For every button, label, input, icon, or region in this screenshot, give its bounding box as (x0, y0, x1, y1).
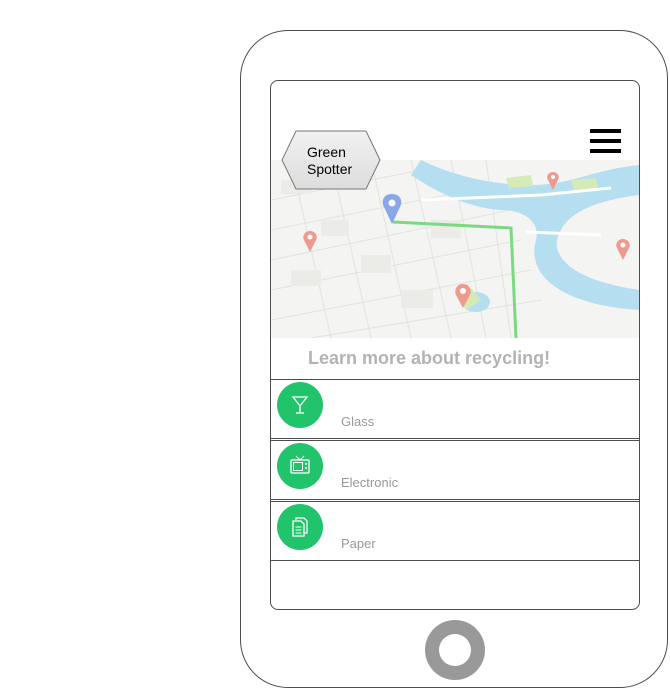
home-button[interactable] (425, 620, 485, 680)
page-subtitle: Learn more about recycling! (308, 348, 551, 368)
category-row-glass[interactable]: Glass (271, 379, 639, 439)
category-row-paper[interactable]: Paper (271, 501, 639, 561)
category-label: Electronic (341, 475, 399, 490)
category-label: Glass (341, 414, 375, 429)
category-label: Paper (341, 536, 376, 551)
phone-screen: Green Spotter Learn more about recycling… (270, 80, 640, 610)
home-button-inner (439, 634, 471, 666)
hamburger-menu-icon[interactable] (590, 129, 621, 155)
app-logo[interactable]: Green Spotter (307, 144, 377, 178)
document-icon[interactable] (277, 504, 323, 550)
tv-icon[interactable] (277, 443, 323, 489)
cocktail-glass-icon[interactable] (277, 382, 323, 428)
category-row-electronic[interactable]: Electronic (271, 440, 639, 500)
logo-line1: Green (307, 144, 346, 160)
logo-line2: Spotter (307, 161, 353, 177)
